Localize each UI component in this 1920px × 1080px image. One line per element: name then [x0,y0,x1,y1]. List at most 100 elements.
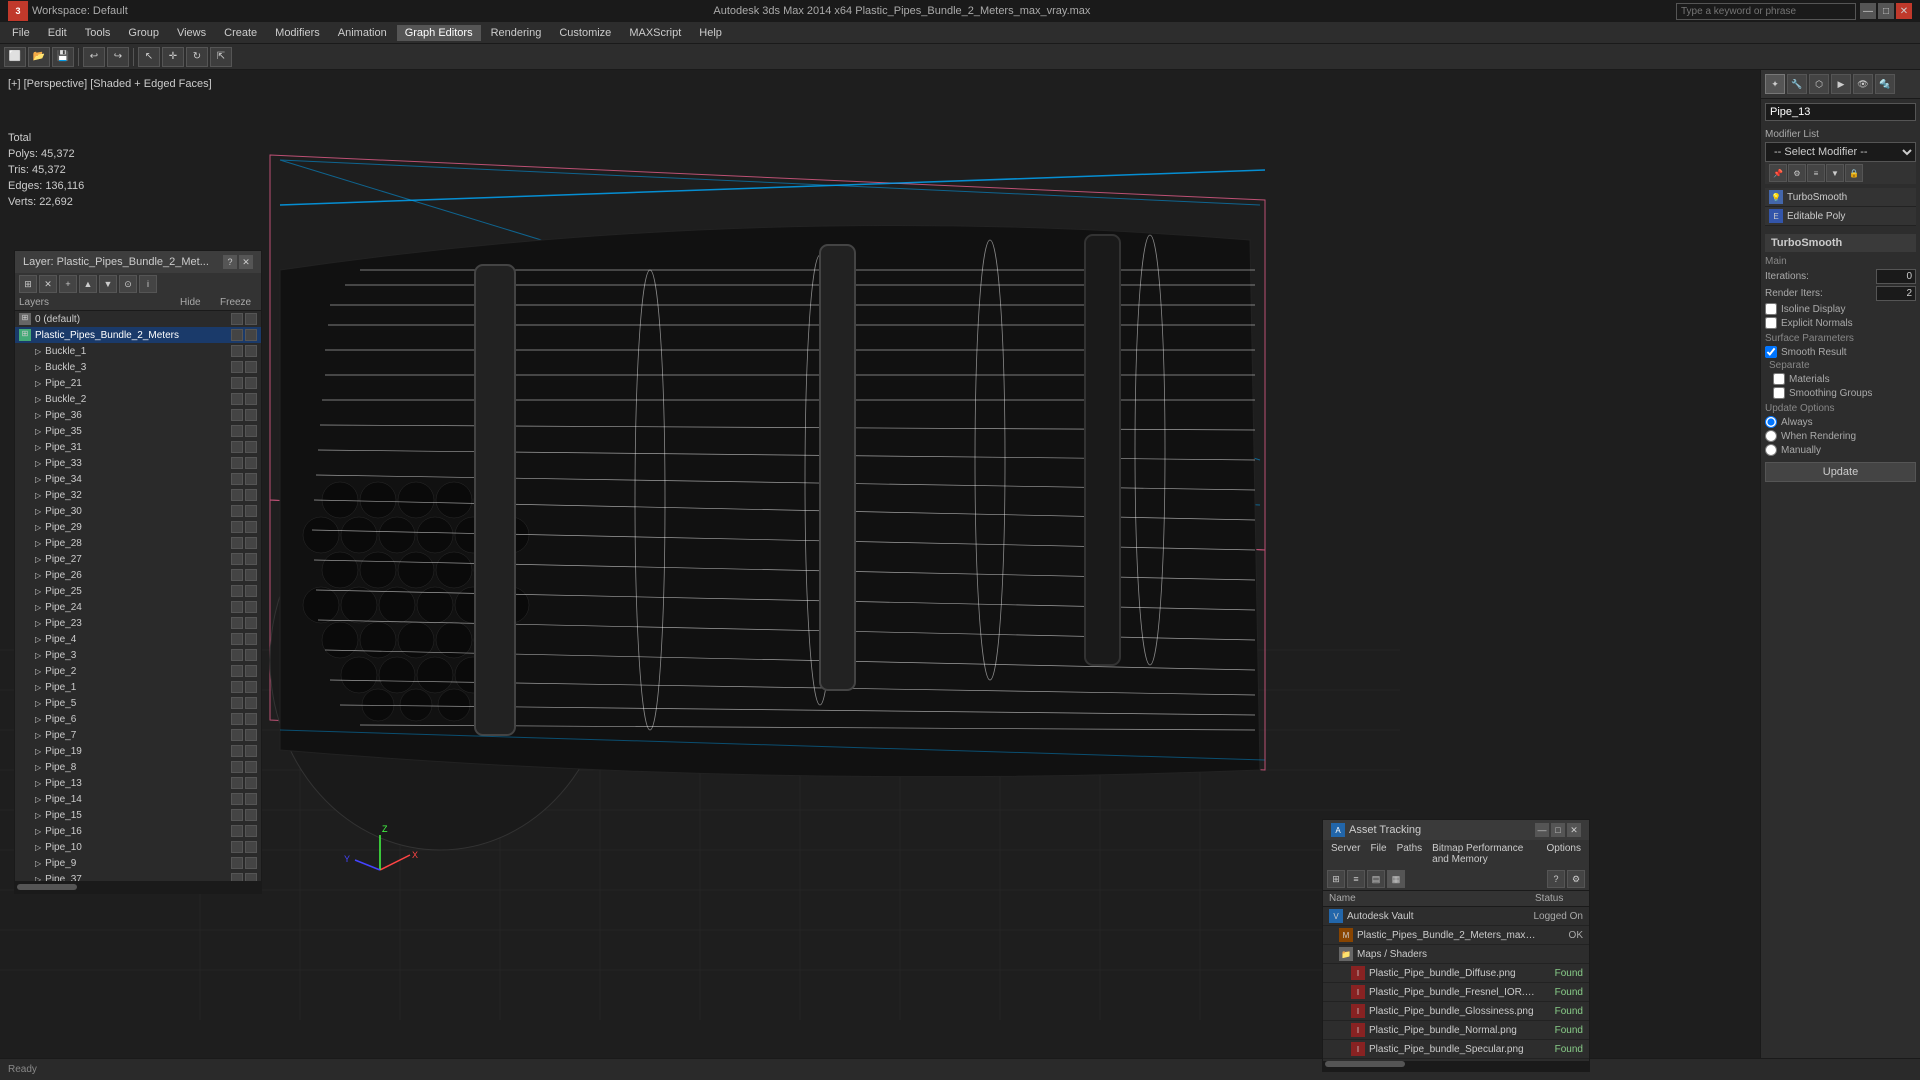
layer-panel-help[interactable]: ? [223,255,237,269]
menu-views[interactable]: Views [169,25,214,41]
layer-move-down-btn[interactable]: ▼ [99,275,117,293]
list-item[interactable]: ▷Buckle_1 [15,343,261,359]
asset-toolbar-btn2[interactable]: ≡ [1347,870,1365,888]
asset-item-glossiness[interactable]: I Plastic_Pipe_bundle_Glossiness.png Fou… [1323,1002,1589,1021]
list-item[interactable]: ▷Pipe_33 [15,455,261,471]
asset-toolbar-help[interactable]: ? [1547,870,1565,888]
menu-edit[interactable]: Edit [40,25,75,41]
search-input[interactable] [1676,3,1856,20]
list-item[interactable]: ▷Pipe_31 [15,439,261,455]
list-item[interactable]: ▷Pipe_6 [15,711,261,727]
asset-item-diffuse[interactable]: I Plastic_Pipe_bundle_Diffuse.png Found [1323,964,1589,983]
list-item[interactable]: ▷Pipe_9 [15,855,261,871]
asset-item-normal[interactable]: I Plastic_Pipe_bundle_Normal.png Found [1323,1021,1589,1040]
list-item[interactable]: ▷Pipe_21 [15,375,261,391]
list-item[interactable]: ▷Buckle_3 [15,359,261,375]
rp-icon-create[interactable]: ✦ [1765,74,1785,94]
asset-menu-server[interactable]: Server [1327,842,1364,866]
menu-modifiers[interactable]: Modifiers [267,25,328,41]
list-item[interactable]: ▷Pipe_37 [15,871,261,881]
layer-scrollbar[interactable] [15,881,261,893]
mod-tab-pin[interactable]: 📌 [1769,164,1787,182]
asset-panel-minimize[interactable]: — [1535,823,1549,837]
layer-move-up-btn[interactable]: ▲ [79,275,97,293]
list-item[interactable]: ▷Pipe_8 [15,759,261,775]
explicit-normals-checkbox[interactable] [1765,317,1777,329]
mod-tab-more[interactable]: ▼ [1826,164,1844,182]
layer-select-btn[interactable]: ⊙ [119,275,137,293]
asset-item-fresnel[interactable]: I Plastic_Pipe_bundle_Fresnel_IOR.png Fo… [1323,983,1589,1002]
mod-tab-lock[interactable]: 🔒 [1845,164,1863,182]
rp-icon-hierarchy[interactable]: ⬡ [1809,74,1829,94]
when-rendering-radio[interactable] [1765,430,1777,442]
layer-info-btn[interactable]: i [139,275,157,293]
list-item[interactable]: ▷Pipe_23 [15,615,261,631]
modifier-editable-poly[interactable]: E Editable Poly [1765,207,1916,226]
list-item[interactable]: ▷Pipe_35 [15,423,261,439]
asset-list[interactable]: V Autodesk Vault Logged On M Plastic_Pip… [1323,907,1589,1059]
asset-item-specular[interactable]: I Plastic_Pipe_bundle_Specular.png Found [1323,1040,1589,1059]
asset-panel-maximize[interactable]: □ [1551,823,1565,837]
asset-menu-options[interactable]: Options [1543,842,1585,866]
asset-item-maps-folder[interactable]: 📁 Maps / Shaders [1323,945,1589,964]
menu-graph-editors[interactable]: Graph Editors [397,25,481,41]
smooth-result-checkbox[interactable] [1765,346,1777,358]
list-item[interactable]: ▷Pipe_34 [15,471,261,487]
minimize-button[interactable]: — [1860,3,1876,19]
list-item[interactable]: ▷Pipe_5 [15,695,261,711]
mod-tab-configure[interactable]: ⚙ [1788,164,1806,182]
menu-customize[interactable]: Customize [551,25,619,41]
menu-group[interactable]: Group [120,25,167,41]
list-item[interactable]: ▷Pipe_7 [15,727,261,743]
list-item[interactable]: ▷Pipe_26 [15,567,261,583]
maximize-button[interactable]: □ [1878,3,1894,19]
rp-icon-modify[interactable]: 🔧 [1787,74,1807,94]
asset-panel-header[interactable]: A Asset Tracking — □ ✕ [1323,820,1589,840]
list-item[interactable]: ▷Pipe_28 [15,535,261,551]
menu-tools[interactable]: Tools [77,25,119,41]
new-button[interactable]: ⬜ [4,47,26,67]
list-item[interactable]: ▷Pipe_2 [15,663,261,679]
smoothing-groups-checkbox[interactable] [1773,387,1785,399]
manually-radio[interactable] [1765,444,1777,456]
list-item[interactable]: ▷Pipe_14 [15,791,261,807]
asset-scrollbar[interactable] [1323,1061,1589,1071]
menu-maxscript[interactable]: MAXScript [621,25,689,41]
layer-panel-header[interactable]: Layer: Plastic_Pipes_Bundle_2_Met... ? ✕ [15,251,261,273]
open-button[interactable]: 📂 [28,47,50,67]
list-item[interactable]: ▷Pipe_24 [15,599,261,615]
asset-toolbar-btn1[interactable]: ⊞ [1327,870,1345,888]
list-item[interactable]: ▷Pipe_4 [15,631,261,647]
layer-item-default[interactable]: ⊞ 0 (default) [15,311,261,327]
asset-toolbar-btn3[interactable]: ▤ [1367,870,1385,888]
move-button[interactable]: ✛ [162,47,184,67]
redo-button[interactable]: ↪ [107,47,129,67]
close-button[interactable]: ✕ [1896,3,1912,19]
layer-panel-close[interactable]: ✕ [239,255,253,269]
layer-delete-btn[interactable]: ✕ [39,275,57,293]
save-button[interactable]: 💾 [52,47,74,67]
viewport[interactable]: [+] [Perspective] [Shaded + Edged Faces]… [0,70,1760,1080]
menu-create[interactable]: Create [216,25,265,41]
rotate-button[interactable]: ↻ [186,47,208,67]
layer-new-btn[interactable]: ⊞ [19,275,37,293]
render-iters-input[interactable] [1876,286,1916,301]
list-item[interactable]: ▷Buckle_2 [15,391,261,407]
list-item[interactable]: ▷Pipe_1 [15,679,261,695]
asset-menu-paths[interactable]: Paths [1393,842,1427,866]
list-item[interactable]: ▷Pipe_25 [15,583,261,599]
asset-toolbar-btn4[interactable]: ▦ [1387,870,1405,888]
materials-checkbox[interactable] [1773,373,1785,385]
list-item[interactable]: ▷Pipe_30 [15,503,261,519]
list-item[interactable]: ▷Pipe_16 [15,823,261,839]
menu-rendering[interactable]: Rendering [483,25,550,41]
rp-icon-display[interactable]: 👁 [1853,74,1873,94]
list-item[interactable]: ▷Pipe_10 [15,839,261,855]
asset-menu-file[interactable]: File [1366,842,1390,866]
list-item[interactable]: ▷Pipe_32 [15,487,261,503]
layer-item-plastic-pipes[interactable]: ⊞ Plastic_Pipes_Bundle_2_Meters [15,327,261,343]
menu-animation[interactable]: Animation [330,25,395,41]
list-item[interactable]: ▷Pipe_29 [15,519,261,535]
rp-icon-motion[interactable]: ▶ [1831,74,1851,94]
modifier-dropdown[interactable]: -- Select Modifier -- [1765,142,1916,162]
